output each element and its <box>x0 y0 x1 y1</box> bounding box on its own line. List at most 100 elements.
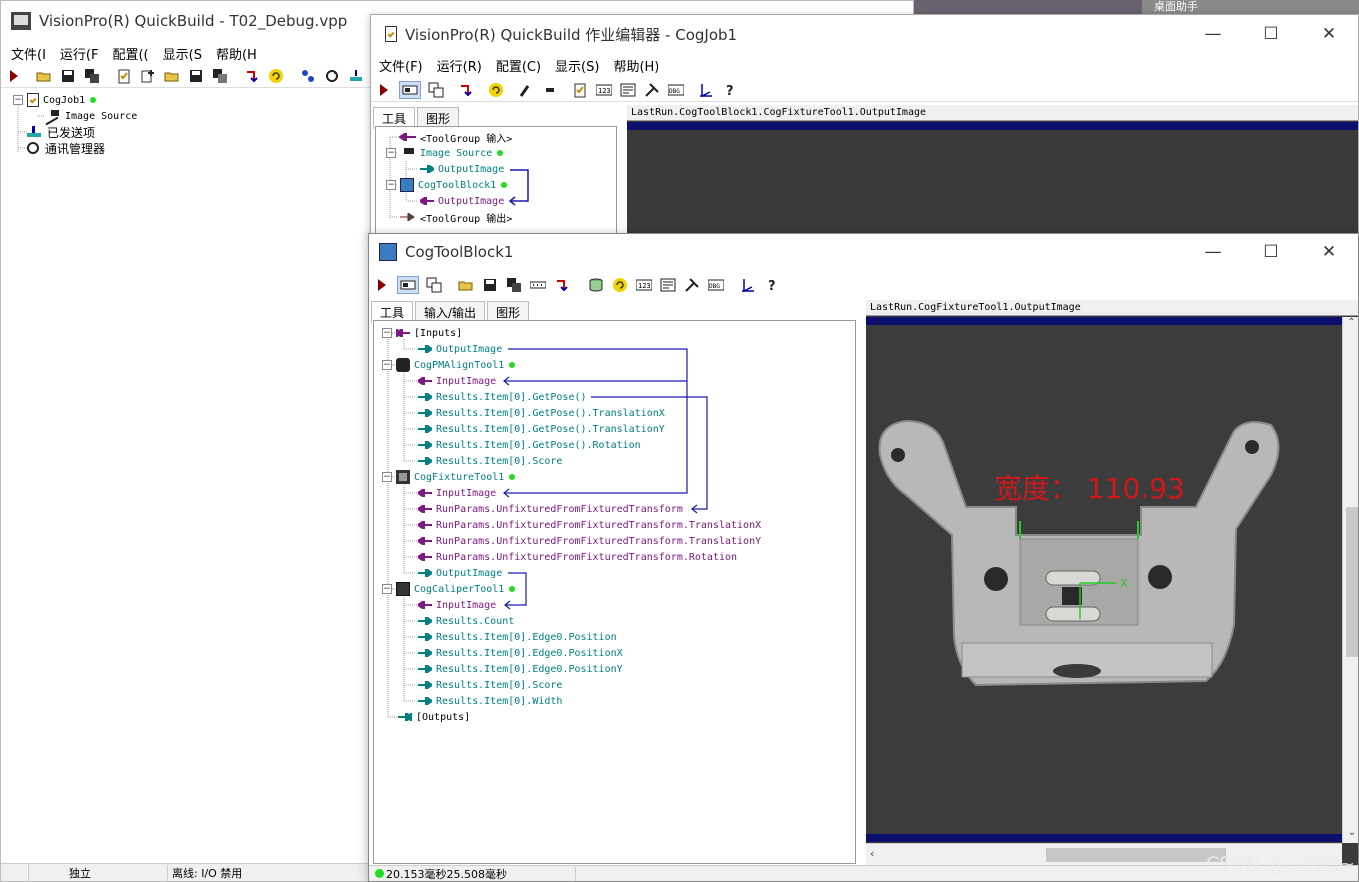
minimize-icon[interactable]: — <box>1184 242 1242 262</box>
run-icon[interactable] <box>373 276 391 294</box>
job-open-icon[interactable] <box>163 67 181 85</box>
tree-item-run-param[interactable]: RunParams.UnfixturedFromFixturedTransfor… <box>418 533 761 549</box>
menu-run[interactable]: 运行(F <box>60 44 99 63</box>
menu-config[interactable]: 配置(( <box>112 44 148 63</box>
save-icon[interactable] <box>59 67 77 85</box>
job-save-icon[interactable] <box>187 67 205 85</box>
refresh-icon[interactable] <box>323 67 341 85</box>
close-icon[interactable]: ✕ <box>1300 24 1358 44</box>
tree-item-input-image[interactable]: InputImage <box>418 485 496 501</box>
vertical-scrollbar[interactable]: ⌃ ⌄ <box>1342 317 1358 843</box>
import-icon[interactable] <box>553 276 571 294</box>
tool-block-image-display[interactable]: LastRun.CogFixtureTool1.OutputImage X 宽度… <box>866 300 1358 865</box>
scroll-down-icon[interactable]: ⌄ <box>1343 827 1358 843</box>
tree-item-fixture-tool[interactable]: − CogFixtureTool1 <box>382 469 516 485</box>
job-editor-titlebar[interactable]: VisionPro(R) QuickBuild 作业编辑器 - CogJob1 … <box>371 15 1358 53</box>
tree-item-run-param[interactable]: RunParams.UnfixturedFromFixturedTransfor… <box>418 549 737 565</box>
tools-icon[interactable] <box>683 276 701 294</box>
ruler-icon[interactable] <box>697 81 715 99</box>
open-icon[interactable] <box>457 276 475 294</box>
reset-icon[interactable] <box>267 67 285 85</box>
display-icon[interactable] <box>397 276 419 294</box>
tree-item-result[interactable]: Results.Item[0].Edge0.PositionX <box>418 645 623 661</box>
scroll-thumb[interactable] <box>1346 507 1358 657</box>
run-icon[interactable] <box>5 67 23 85</box>
import-icon[interactable] <box>457 81 475 99</box>
run-icon[interactable] <box>375 81 393 99</box>
minimize-icon[interactable]: — <box>1184 24 1242 44</box>
tree-item-result[interactable]: Results.Count <box>418 613 514 629</box>
posted-items-icon[interactable] <box>347 67 365 85</box>
tree-item-outputs[interactable]: [Outputs] <box>398 709 470 725</box>
job-icon[interactable] <box>571 81 589 99</box>
tool-block-titlebar[interactable]: CogToolBlock1 — ☐ ✕ <box>369 234 1358 270</box>
tree-item-result[interactable]: Results.Item[0].Score <box>418 677 562 693</box>
tree-item-input-image[interactable]: InputImage <box>418 597 496 613</box>
database-icon[interactable] <box>587 276 605 294</box>
collapse-toggle[interactable]: − <box>386 148 396 158</box>
tree-item-toolgroup-input[interactable]: <ToolGroup 输入> <box>398 129 512 145</box>
tree-item-input-image[interactable]: InputImage <box>418 373 496 389</box>
help-icon[interactable]: ? <box>763 276 781 294</box>
tree-item-output-image[interactable]: OutputImage <box>418 341 502 357</box>
numeric-icon[interactable]: 123 <box>595 81 613 99</box>
reset-icon[interactable] <box>487 81 505 99</box>
more-icon[interactable] <box>529 276 547 294</box>
image-scrollbar[interactable] <box>1342 130 1358 238</box>
reset-icon[interactable] <box>611 276 629 294</box>
camera-icon[interactable] <box>541 81 559 99</box>
menu-file[interactable]: 文件(I <box>11 44 46 63</box>
debug-icon[interactable]: DBG <box>667 81 685 99</box>
scroll-left-icon[interactable]: ‹ <box>870 847 874 860</box>
maximize-icon[interactable]: ☐ <box>1242 24 1300 44</box>
tree-item-result[interactable]: Results.Item[0].GetPose() <box>418 389 587 405</box>
tree-item-output-image[interactable]: OutputImage <box>420 193 504 209</box>
open-icon[interactable] <box>35 67 53 85</box>
save-all-icon[interactable] <box>505 276 523 294</box>
collapse-toggle[interactable]: − <box>382 360 392 370</box>
tree-item-image-source[interactable]: − Image Source <box>386 145 504 161</box>
scroll-thumb[interactable] <box>1046 848 1226 862</box>
collapse-toggle[interactable]: − <box>382 584 392 594</box>
save-all-icon[interactable] <box>83 67 101 85</box>
tree-item-run-param[interactable]: RunParams.UnfixturedFromFixturedTransfor… <box>418 517 761 533</box>
menu-run[interactable]: 运行(R) <box>437 56 482 75</box>
tree-item-pmalign-tool[interactable]: − CogPMAlignTool1 <box>382 357 516 373</box>
maximize-icon[interactable]: ☐ <box>1242 242 1300 262</box>
scroll-up-icon[interactable]: ⌃ <box>1343 317 1358 333</box>
debug-icon[interactable]: DBG <box>707 276 725 294</box>
save-icon[interactable] <box>481 276 499 294</box>
tree-item-result[interactable]: Results.Item[0].Edge0.Position <box>418 629 617 645</box>
tree-item-toolgroup-output[interactable]: <ToolGroup 输出> <box>398 209 512 225</box>
tree-item-run-param[interactable]: RunParams.UnfixturedFromFixturedTransfor… <box>418 501 683 517</box>
windows-icon[interactable] <box>425 276 443 294</box>
menu-file[interactable]: 文件(F) <box>379 56 423 75</box>
network-icon[interactable] <box>299 67 317 85</box>
job-editor-image-display[interactable]: LastRun.CogToolBlock1.CogFixtureTool1.Ou… <box>627 105 1358 238</box>
help-icon[interactable]: ? <box>721 81 739 99</box>
tree-item-result[interactable]: Results.Item[0].Width <box>418 693 562 709</box>
display-icon[interactable] <box>399 80 421 99</box>
menu-help[interactable]: 帮助(H <box>216 44 257 63</box>
windows-icon[interactable] <box>427 81 445 99</box>
terminal-icon[interactable] <box>659 276 677 294</box>
tree-item-result[interactable]: Results.Item[0].Edge0.PositionY <box>418 661 623 677</box>
brush-icon[interactable] <box>517 81 535 99</box>
close-icon[interactable]: ✕ <box>1300 242 1358 262</box>
tree-item-result[interactable]: Results.Item[0].GetPose().TranslationX <box>418 405 665 421</box>
tree-item-inputs[interactable]: − [Inputs] <box>382 325 462 341</box>
job-icon[interactable] <box>115 67 133 85</box>
tools-icon[interactable] <box>643 81 661 99</box>
collapse-toggle[interactable]: − <box>386 180 396 190</box>
job-save-all-icon[interactable] <box>211 67 229 85</box>
ruler-icon[interactable] <box>739 276 757 294</box>
tree-item-tool-block[interactable]: − CogToolBlock1 <box>386 177 508 193</box>
import-icon[interactable] <box>243 67 261 85</box>
menu-config[interactable]: 配置(C) <box>496 56 541 75</box>
tree-item-result[interactable]: Results.Item[0].GetPose().TranslationY <box>418 421 665 437</box>
tree-item-output-image[interactable]: OutputImage <box>420 161 504 177</box>
tree-item-caliper-tool[interactable]: − CogCaliperTool1 <box>382 581 516 597</box>
menu-view[interactable]: 显示(S <box>163 44 202 63</box>
collapse-toggle[interactable]: − <box>382 472 392 482</box>
tree-item-output-image[interactable]: OutputImage <box>418 565 502 581</box>
